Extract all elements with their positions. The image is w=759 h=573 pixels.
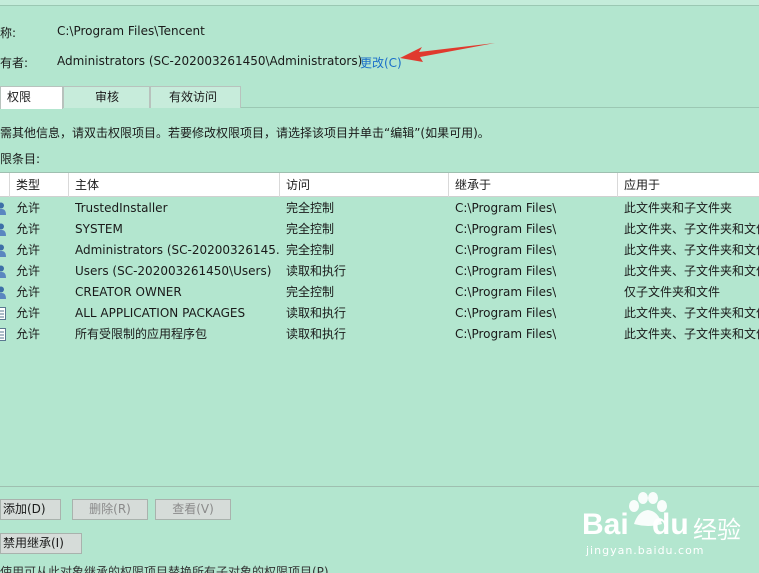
row-type: 允许 xyxy=(16,285,41,299)
package-icon xyxy=(0,307,6,320)
tab-permissions[interactable]: 权限 xyxy=(0,86,63,109)
red-arrow-icon xyxy=(400,43,495,62)
row-inherited-from: C:\Program Files\ xyxy=(455,327,557,341)
user-icon xyxy=(0,286,6,299)
change-owner-link[interactable]: 更改(C) xyxy=(360,54,402,71)
row-inherited-from: C:\Program Files\ xyxy=(455,222,557,236)
disable-inheritance-button[interactable]: 禁用继承(I) xyxy=(0,533,82,554)
permission-entries-label: 限条目: xyxy=(0,152,41,166)
row-access: 读取和执行 xyxy=(286,327,347,341)
row-applies-to: 此文件夹、子文件夹和文件 xyxy=(624,222,759,236)
table-row[interactable]: 允许 Administrators (SC-20200326145... 完全控… xyxy=(0,240,759,261)
row-type: 允许 xyxy=(16,201,41,215)
row-applies-to: 仅子文件夹和文件 xyxy=(624,285,721,299)
watermark-brand: Bai xyxy=(582,508,629,541)
row-principal: TrustedInstaller xyxy=(75,201,168,215)
watermark-brand-suffix: du xyxy=(652,508,689,541)
column-header-type[interactable]: 类型 xyxy=(10,173,69,197)
row-principal: SYSTEM xyxy=(75,222,123,236)
row-applies-to: 此文件夹、子文件夹和文件 xyxy=(624,243,759,257)
user-icon xyxy=(0,265,6,278)
user-icon xyxy=(0,223,6,236)
row-access: 完全控制 xyxy=(286,201,335,215)
permission-entries-table: 类型 主体 访问 继承于 应用于 允许 TrustedInstaller 完全控… xyxy=(0,172,759,487)
table-row[interactable]: 允许 所有受限制的应用程序包 读取和执行 C:\Program Files\ 此… xyxy=(0,324,759,345)
tab-strip: 权限 审核 有效访问 xyxy=(0,86,759,109)
column-header-icon[interactable] xyxy=(0,173,10,197)
watermark-product: 经验 xyxy=(693,516,741,544)
table-row[interactable]: 允许 SYSTEM 完全控制 C:\Program Files\ 此文件夹、子文… xyxy=(0,219,759,240)
add-button[interactable]: 添加(D) xyxy=(0,499,61,520)
table-header: 类型 主体 访问 继承于 应用于 xyxy=(0,173,759,197)
table-row[interactable]: 允许 CREATOR OWNER 完全控制 C:\Program Files\ … xyxy=(0,282,759,303)
row-applies-to: 此文件夹、子文件夹和文件 xyxy=(624,327,759,341)
row-access: 完全控制 xyxy=(286,243,335,257)
column-header-inherited-from[interactable]: 继承于 xyxy=(449,173,618,197)
row-inherited-from: C:\Program Files\ xyxy=(455,285,557,299)
table-row[interactable]: 允许 TrustedInstaller 完全控制 C:\Program File… xyxy=(0,198,759,219)
row-access: 完全控制 xyxy=(286,222,335,236)
row-principal: 所有受限制的应用程序包 xyxy=(75,327,208,341)
baidu-jingyan-watermark: Bai du 经验 jingyan.baidu.com xyxy=(580,490,759,573)
column-header-principal[interactable]: 主体 xyxy=(69,173,280,197)
row-inherited-from: C:\Program Files\ xyxy=(455,243,557,257)
user-icon xyxy=(0,244,6,257)
row-applies-to: 此文件夹、子文件夹和文件 xyxy=(624,264,759,278)
owner-label: 有者: xyxy=(0,56,29,70)
window-top-edge xyxy=(0,0,759,6)
row-applies-to: 此文件夹、子文件夹和文件 xyxy=(624,306,759,320)
row-type: 允许 xyxy=(16,264,41,278)
remove-button[interactable]: 删除(R) xyxy=(72,499,148,520)
row-type: 允许 xyxy=(16,222,41,236)
row-access: 读取和执行 xyxy=(286,264,347,278)
owner-value: Administrators (SC-202003261450\Administ… xyxy=(57,54,363,68)
row-applies-to: 此文件夹和子文件夹 xyxy=(624,201,733,215)
row-inherited-from: C:\Program Files\ xyxy=(455,306,557,320)
info-text: 需其他信息，请双击权限项目。若要修改权限项目，请选择该项目并单击“编辑”(如果可… xyxy=(0,126,490,140)
row-type: 允许 xyxy=(16,306,41,320)
row-principal: Administrators (SC-20200326145... xyxy=(75,243,280,257)
tab-auditing[interactable]: 审核 xyxy=(63,86,150,108)
package-icon xyxy=(0,328,6,341)
row-access: 完全控制 xyxy=(286,285,335,299)
object-name-value: C:\Program Files\Tencent xyxy=(57,24,205,38)
user-icon xyxy=(0,202,6,215)
row-principal: Users (SC-202003261450\Users) xyxy=(75,264,272,278)
table-row[interactable]: 允许 ALL APPLICATION PACKAGES 读取和执行 C:\Pro… xyxy=(0,303,759,324)
row-principal: CREATOR OWNER xyxy=(75,285,182,299)
view-button[interactable]: 查看(V) xyxy=(155,499,231,520)
row-inherited-from: C:\Program Files\ xyxy=(455,264,557,278)
table-row[interactable]: 允许 Users (SC-202003261450\Users) 读取和执行 C… xyxy=(0,261,759,282)
row-access: 读取和执行 xyxy=(286,306,347,320)
replace-child-permissions-checkbox-label[interactable]: 使用可从此对象继承的权限项目替换所有子对象的权限项目(P) xyxy=(0,563,329,573)
row-principal: ALL APPLICATION PACKAGES xyxy=(75,306,246,320)
column-header-access[interactable]: 访问 xyxy=(280,173,449,197)
name-label: 称: xyxy=(0,26,17,40)
row-type: 允许 xyxy=(16,243,41,257)
column-header-applies-to[interactable]: 应用于 xyxy=(618,173,759,197)
tab-effective-access[interactable]: 有效访问 xyxy=(150,86,241,108)
row-type: 允许 xyxy=(16,327,41,341)
watermark-url: jingyan.baidu.com xyxy=(586,544,705,557)
row-inherited-from: C:\Program Files\ xyxy=(455,201,557,215)
